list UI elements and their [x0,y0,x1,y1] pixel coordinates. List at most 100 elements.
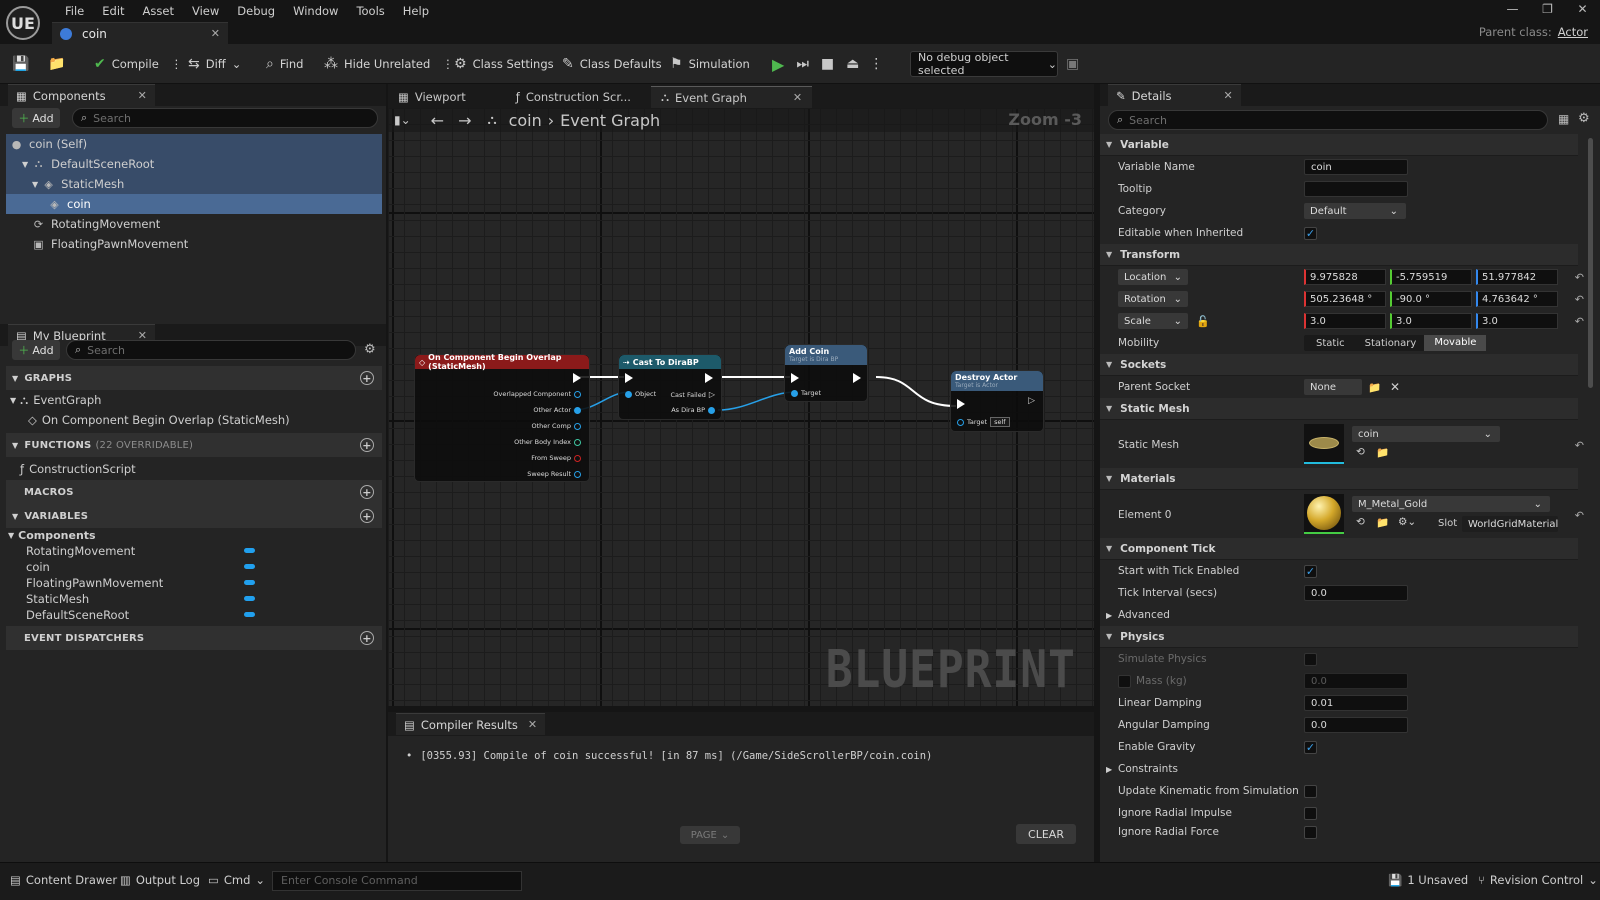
menu-help[interactable]: Help [394,2,438,20]
tab-compiler-results[interactable]: ▤ Compiler Results ✕ [396,713,546,735]
menu-tools[interactable]: Tools [347,2,393,20]
scale-x-field[interactable]: 3.0 [1304,313,1386,329]
table-view-icon[interactable]: ▦ [1558,112,1569,126]
pin-other-comp[interactable]: Other Comp [532,422,581,430]
enable-gravity-checkbox[interactable]: ✓ [1304,740,1317,754]
tooltip-field[interactable] [1304,181,1408,197]
tab-viewport[interactable]: ▦ Viewport [388,86,476,108]
console-command-input[interactable]: Enter Console Command [272,871,522,891]
pin-object[interactable]: Object [625,390,656,398]
node-destroy-actor[interactable]: Destroy Actor Target is Actor ▷ Target sel… [950,370,1044,432]
pin-other-actor[interactable]: Other Actor [533,406,581,414]
debug-filter-icon[interactable]: ▣ [1066,52,1079,76]
menu-window[interactable]: Window [284,2,347,20]
add-function-icon[interactable]: + [360,438,374,452]
graph-event-graph[interactable]: ▼ ⛬ EventGraph [6,391,382,409]
variable-item[interactable]: DefaultSceneRoot [6,606,382,624]
mobility-stationary[interactable]: Stationary [1357,338,1425,349]
browse-icon[interactable]: 📁 [48,52,65,76]
lock-icon[interactable]: 🔓 [1196,315,1210,328]
section-materials[interactable]: ▼ Materials [1100,468,1578,490]
mass-override-checkbox[interactable] [1118,674,1131,688]
section-variable[interactable]: ▼ Variable [1100,134,1578,156]
details-scrollbar[interactable] [1588,138,1593,388]
section-static-mesh[interactable]: ▼ Static Mesh [1100,398,1578,420]
clear-icon[interactable]: ✕ [1390,380,1400,394]
save-icon[interactable]: 💾 [12,52,29,76]
linear-damping-field[interactable]: 0.01 [1304,695,1408,711]
exec-pin-out[interactable] [853,373,861,383]
stop-icon[interactable]: ■ [821,56,834,72]
angular-damping-field[interactable]: 0.0 [1304,717,1408,733]
reset-arrow-icon[interactable]: ↶ [1575,271,1584,284]
add-macro-icon[interactable]: + [360,485,374,499]
menu-debug[interactable]: Debug [228,2,284,20]
section-physics[interactable]: ▼ Physics [1100,626,1578,648]
section-functions[interactable]: ▼ FUNCTIONS (22 OVERRIDABLE) + [6,433,382,457]
reset-arrow-icon[interactable]: ↶ [1575,509,1584,522]
node-add-coin[interactable]: Add Coin Target is Dira BP Target [784,344,868,402]
node-cast-to-dirabp[interactable]: ⇢ Cast To DiraBP Object Cast Failed ▷ As D… [618,354,722,420]
component-static-mesh[interactable]: ▼ ◈ StaticMesh [6,174,382,194]
section-variables[interactable]: ▼ VARIABLES + [6,504,382,528]
self-value[interactable]: self [990,417,1010,427]
reset-arrow-icon[interactable]: ↶ [1575,315,1584,328]
static-mesh-select[interactable]: coin ⌄ [1352,426,1500,442]
close-icon[interactable]: ✕ [211,27,220,40]
category-select[interactable]: Default ⌄ [1304,203,1406,219]
component-floating-pawn-movement[interactable]: ▣ FloatingPawnMovement [6,234,382,254]
tab-construction-script[interactable]: ƒ Construction Scr... [506,86,641,108]
function-construction-script[interactable]: ƒ ConstructionScript [6,460,382,478]
play-options-icon[interactable]: ⋮ [869,56,883,72]
close-icon[interactable]: ✕ [1224,89,1233,102]
content-drawer-button[interactable]: ▤ Content Drawer [10,873,117,887]
location-x-field[interactable]: 9.975828 [1304,269,1386,285]
add-component-button[interactable]: ＋ Add [12,108,60,128]
component-self[interactable]: ● coin (Self) [6,134,382,154]
node-on-component-begin-overlap[interactable]: ◇ On Component Begin Overlap (StaticMesh)… [414,353,590,482]
tab-components[interactable]: ▦ Components ✕ [8,84,155,106]
reset-arrow-icon[interactable]: ↶ [1575,439,1584,452]
section-macros[interactable]: MACROS + [6,480,382,504]
section-transform[interactable]: ▼ Transform [1100,244,1578,266]
scale-z-field[interactable]: 3.0 [1476,313,1558,329]
step-icon[interactable]: ⏭ [796,56,809,72]
static-mesh-thumbnail[interactable] [1304,424,1344,464]
pin-sweep-result[interactable]: Sweep Result [527,470,581,478]
restore-icon[interactable]: ❐ [1530,0,1565,18]
rotation-mode-select[interactable]: Rotation ⌄ [1118,291,1188,307]
mobility-static[interactable]: Static [1304,338,1357,349]
event-item-overlap[interactable]: ◇ On Component Begin Overlap (StaticMesh) [6,411,382,429]
document-tab-coin[interactable]: coin ✕ [52,22,228,44]
start-tick-checkbox[interactable]: ✓ [1304,564,1317,578]
location-mode-select[interactable]: Location ⌄ [1118,269,1188,285]
menu-edit[interactable]: Edit [93,2,133,20]
menu-file[interactable]: File [56,2,93,20]
close-window-icon[interactable]: ✕ [1565,0,1600,18]
output-log-button[interactable]: ▥ Output Log [120,873,200,887]
pin-other-body-index[interactable]: Other Body Index [514,438,581,446]
clear-button[interactable]: CLEAR [1016,824,1076,844]
parent-socket-field[interactable]: None [1304,379,1362,395]
component-coin[interactable]: ◈ coin [6,194,382,214]
material-thumbnail[interactable] [1304,494,1344,534]
find-button[interactable]: ⌕ Find [266,52,303,76]
compile-button[interactable]: ✔ Compile ⋮ [94,52,182,76]
variable-name-field[interactable]: coin [1304,159,1408,175]
close-icon[interactable]: ✕ [793,91,802,104]
ignore-radial-force-checkbox[interactable] [1304,825,1317,839]
gear-icon[interactable]: ⚙ [1578,111,1590,126]
pin-target[interactable]: Target self [957,417,1010,427]
section-event-dispatchers[interactable]: EVENT DISPATCHERS + [6,626,382,650]
eject-icon[interactable]: ⏏ [846,56,859,72]
component-default-scene-root[interactable]: ▼ ⛬ DefaultSceneRoot [6,154,382,174]
unreal-logo-icon[interactable]: UE [6,6,40,40]
close-icon[interactable]: ✕ [138,89,147,102]
pin-as-dira-bp[interactable]: As Dira BP [671,406,715,414]
exec-pin-out[interactable]: ▷ [1028,396,1035,406]
section-graphs[interactable]: ▼ GRAPHS + [6,366,382,390]
material-options-icon[interactable]: ⚙⌄ [1398,516,1416,528]
components-search-input[interactable]: ⌕ Search [72,108,378,128]
tick-interval-field[interactable]: 0.0 [1304,585,1408,601]
exec-pin-out[interactable] [705,373,713,383]
